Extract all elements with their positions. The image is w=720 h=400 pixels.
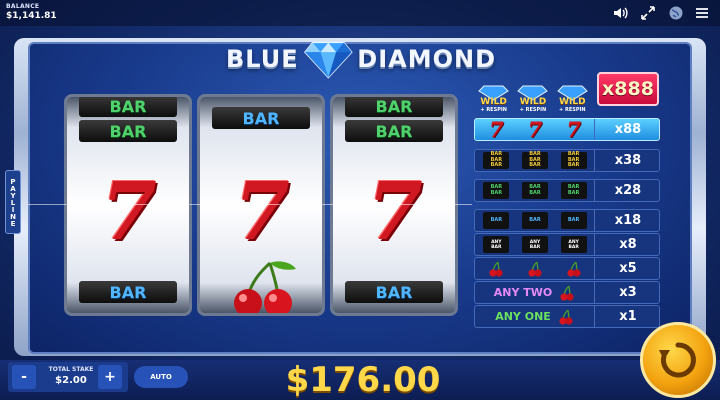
mini-triple-bar: BAR BAR BAR (560, 152, 587, 169)
mini-double-bar: BAR BAR (560, 182, 587, 199)
game-logo: BLUE DIAMOND (226, 36, 496, 82)
globe-icon[interactable] (668, 5, 684, 21)
reel-2: BAR 7 (197, 94, 325, 316)
any-one-label: ANY ONE (495, 310, 551, 323)
reel-symbol-bar: BAR (79, 97, 177, 117)
paytable-multiplier: x38 (614, 153, 642, 168)
reel-symbol-bar: BAR (212, 107, 310, 129)
reel-3: BAR BAR 7 BAR (330, 94, 458, 316)
paytable-multiplier: x5 (619, 261, 637, 276)
reel-1: BAR BAR 7 BAR (64, 94, 192, 316)
mini-single-bar: BAR (560, 212, 587, 229)
paytable-row-any-two: ANY TWO x3 (474, 281, 660, 304)
reel-symbol-bar: BAR (345, 97, 443, 117)
logo-word-diamond: DIAMOND (357, 45, 496, 73)
mini-any-bar: ANY BAR (483, 236, 510, 253)
decrease-stake-button[interactable]: - (12, 365, 36, 389)
sound-icon[interactable] (612, 5, 628, 21)
paytable-multiplier: x3 (619, 285, 637, 300)
total-stake-value: $2.00 (55, 375, 87, 386)
reel-symbol-bar: BAR (345, 120, 443, 142)
paytable-multiplier: x8 (619, 237, 637, 252)
paytable: WILD + RESPIN WILD + RESPIN WILD + RESPI… (474, 72, 660, 328)
wild-respin-label: + RESPIN (519, 107, 547, 113)
mini-seven: 7 (489, 117, 504, 142)
diamond-icon (303, 41, 353, 79)
paytable-row-single-bar: BAR BAR BAR x18 (474, 209, 660, 232)
wild-symbol: WILD + RESPIN (514, 84, 551, 115)
fullscreen-icon[interactable] (640, 5, 656, 21)
reel-symbol-bar: BAR (79, 120, 177, 142)
balance-value: $1,141.81 (6, 11, 57, 21)
paytable-row-any-bar: ANY BAR ANY BAR ANY BAR x8 (474, 233, 660, 256)
jackpot-multiplier: x888 (597, 72, 659, 106)
balance-label: BALANCE (6, 3, 40, 10)
logo-word-blue: BLUE (226, 45, 299, 73)
cherry-icon (559, 309, 573, 325)
mini-single-bar: BAR (521, 212, 548, 229)
wild-symbol: WILD + RESPIN (554, 84, 591, 115)
mini-double-bar: BAR BAR (483, 182, 510, 199)
top-bar: BALANCE $1,141.81 (0, 0, 720, 26)
paytable-row-double-bar: BAR BAR BAR BAR BAR BAR x28 (474, 179, 660, 202)
mini-double-bar: BAR BAR (521, 182, 548, 199)
mini-single-bar: BAR (483, 212, 510, 229)
game-screen: BALANCE $1,141.81 BLUE DIAMOND PAYLINE B… (0, 0, 720, 400)
any-two-label: ANY TWO (493, 286, 553, 299)
autoplay-button[interactable]: AUTO (134, 366, 188, 388)
cherry-icon (489, 261, 503, 277)
mini-triple-bar: BAR BAR BAR (483, 152, 510, 169)
payline-tab[interactable]: PAYLINE (5, 170, 21, 234)
reel-symbol-seven: 7 (234, 164, 290, 258)
payline-line (28, 204, 472, 205)
win-amount: $176.00 (285, 360, 441, 400)
cherry-icon (567, 261, 581, 277)
wild-label: WILD (559, 97, 586, 107)
paytable-row-wild: WILD + RESPIN WILD + RESPIN WILD + RESPI… (474, 84, 592, 115)
paytable-row-triple-bar: BAR BAR BAR BAR BAR BAR BAR BAR BAR x38 (474, 149, 660, 172)
mini-any-bar: ANY BAR (560, 236, 587, 253)
paytable-row-any-one: ANY ONE x1 (474, 305, 660, 328)
paytable-multiplier: x88 (614, 122, 642, 137)
mini-seven: 7 (527, 117, 543, 142)
mini-triple-bar: BAR BAR BAR (521, 152, 548, 169)
menu-icon[interactable] (694, 5, 710, 21)
reel-symbol-seven: 7 (367, 164, 423, 258)
spin-icon (659, 342, 696, 378)
spin-button[interactable] (640, 322, 716, 398)
total-stake-label: TOTAL STAKE (48, 366, 94, 373)
paytable-multiplier: x1 (619, 309, 637, 324)
paytable-row-777: 7 7 7 x88 (474, 118, 660, 141)
cherry-icon (528, 261, 542, 277)
reel-symbol-bar: BAR (79, 281, 177, 303)
wild-symbol: WILD + RESPIN (475, 84, 512, 115)
cherry-icon (234, 261, 296, 313)
wild-label: WILD (480, 97, 507, 107)
mini-any-bar: ANY BAR (521, 236, 548, 253)
paytable-row-cherries: x5 (474, 257, 660, 280)
wild-respin-label: + RESPIN (480, 107, 507, 113)
increase-stake-button[interactable]: + (98, 365, 122, 389)
paytable-multiplier: x18 (614, 213, 642, 228)
payline-label: PAYLINE (9, 177, 17, 227)
reel-symbol-seven: 7 (101, 164, 157, 258)
cherry-icon (560, 285, 574, 301)
wild-respin-label: + RESPIN (559, 107, 586, 113)
wild-label: WILD (519, 97, 547, 107)
paytable-multiplier: x28 (614, 183, 642, 198)
reel-symbol-bar: BAR (345, 281, 443, 303)
mini-seven: 7 (566, 117, 581, 142)
